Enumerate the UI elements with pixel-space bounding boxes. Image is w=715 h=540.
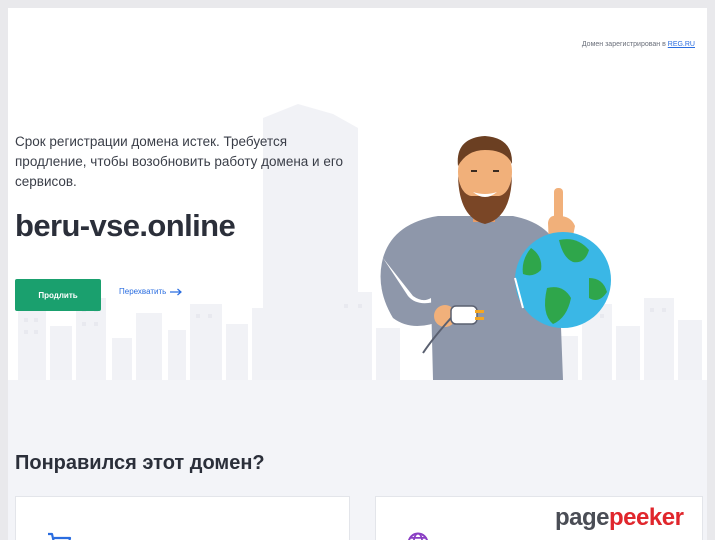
page-frame: Домен зарегистрирован в REG.RU Срок реги… <box>8 8 707 540</box>
intercept-link[interactable]: Перехватить <box>119 287 183 296</box>
domain-offer-heading: Понравился этот домен? <box>15 452 265 474</box>
man-with-globe-illustration <box>380 136 611 380</box>
renew-button[interactable]: Продлить <box>15 279 101 311</box>
expired-message: Срок регистрации домена истек. Требуется… <box>15 134 343 189</box>
registrar-note: Домен зарегистрирован в REG.RU <box>582 41 695 48</box>
pagepeeker-watermark: pagepeeker <box>555 504 684 532</box>
hero-section: Домен зарегистрирован в REG.RU Срок реги… <box>8 8 707 380</box>
cart-icon <box>48 532 72 540</box>
registrar-link[interactable]: REG.RU <box>668 41 695 48</box>
watermark-part-peeker: peeker <box>609 504 684 531</box>
registrar-note-text: Домен зарегистрирован в <box>581 41 666 48</box>
globe-icon <box>407 532 429 540</box>
arrow-right-icon <box>170 288 183 295</box>
offer-card-buy[interactable] <box>15 496 350 540</box>
watermark-part-page: page <box>555 504 610 531</box>
intercept-link-label: Перехватить <box>119 287 167 296</box>
domain-name: beru-vse.online <box>15 208 236 243</box>
